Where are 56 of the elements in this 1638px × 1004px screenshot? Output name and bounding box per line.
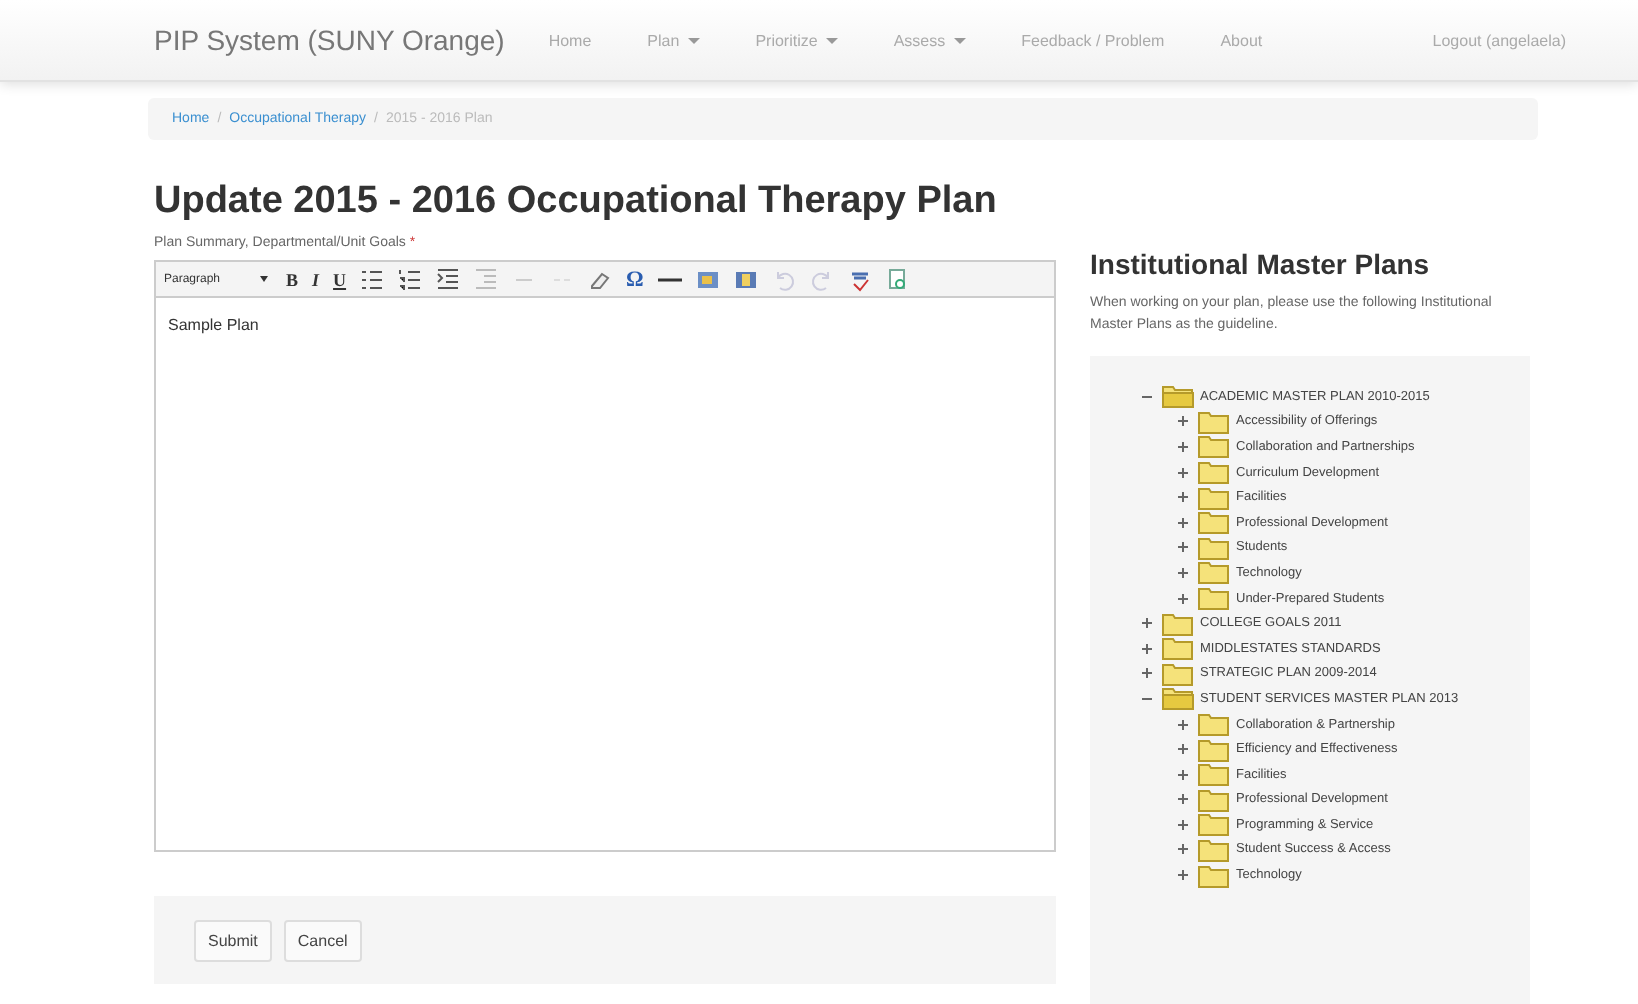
brand-link[interactable]: PIP System (SUNY Orange) <box>154 24 505 56</box>
cancel-button[interactable]: Cancel <box>283 919 362 961</box>
folder-icon <box>1162 661 1194 686</box>
folder-icon <box>1198 434 1230 459</box>
folder-icon <box>1198 712 1230 737</box>
expand-icon[interactable] <box>1138 614 1156 633</box>
folder-icon <box>1198 586 1230 611</box>
folder-icon <box>1198 510 1230 535</box>
folder-icon <box>1162 686 1194 711</box>
folder-icon <box>1198 812 1230 837</box>
spellcheck-icon[interactable] <box>847 267 872 291</box>
format-button[interactable]: B <box>282 269 303 289</box>
expand-icon[interactable] <box>1174 715 1192 734</box>
folder-icon <box>1198 787 1230 812</box>
expand-icon[interactable] <box>1174 563 1192 582</box>
expand-icon[interactable] <box>1174 437 1192 456</box>
folder-icon <box>1198 409 1230 434</box>
submit-button[interactable]: Submit <box>194 919 272 961</box>
folder-icon <box>1198 737 1230 762</box>
folder-icon <box>1198 560 1230 585</box>
folder-icon <box>1162 384 1194 409</box>
folder-icon <box>1198 837 1230 862</box>
expand-icon[interactable] <box>1138 664 1156 683</box>
folder-icon <box>1198 762 1230 787</box>
folder-icon <box>1198 460 1230 485</box>
format-button[interactable]: I <box>308 269 324 289</box>
folder-icon <box>1162 611 1194 636</box>
expand-icon[interactable] <box>1174 513 1192 532</box>
expand-icon[interactable] <box>1174 765 1192 784</box>
format-button[interactable]: U <box>329 269 351 289</box>
expand-icon[interactable] <box>1174 740 1192 759</box>
bullet-list-icon[interactable] <box>360 267 385 291</box>
indent-icon[interactable] <box>436 267 461 291</box>
expand-icon[interactable] <box>1174 840 1192 859</box>
eraser-icon[interactable] <box>588 267 613 291</box>
expand-icon[interactable] <box>1174 866 1192 885</box>
page-title: Update 2015 - 2016 Occupational Therapy Plan <box>154 180 999 224</box>
folder-icon <box>1198 485 1230 510</box>
expand-icon[interactable] <box>1174 488 1192 507</box>
folder-icon <box>1198 535 1230 560</box>
media-icon[interactable] <box>733 267 758 291</box>
expand-icon[interactable] <box>1174 538 1192 557</box>
editor-text: Sample Plan <box>168 316 259 334</box>
image-icon[interactable] <box>695 267 720 291</box>
folder-icon <box>1198 863 1230 888</box>
expand-icon[interactable] <box>1174 412 1192 431</box>
expand-icon[interactable] <box>1174 790 1192 809</box>
folder-icon <box>1162 636 1194 661</box>
numbered-list-icon[interactable] <box>398 267 423 291</box>
expand-icon[interactable] <box>1174 815 1192 834</box>
expand-icon[interactable] <box>1174 589 1192 608</box>
sidebar-title: Institutional Master Plans <box>1090 248 1432 280</box>
expand-icon[interactable] <box>1138 639 1156 658</box>
expand-icon[interactable] <box>1174 463 1192 482</box>
special-character-button[interactable]: Ω <box>622 267 648 291</box>
preview-icon[interactable] <box>885 267 910 291</box>
